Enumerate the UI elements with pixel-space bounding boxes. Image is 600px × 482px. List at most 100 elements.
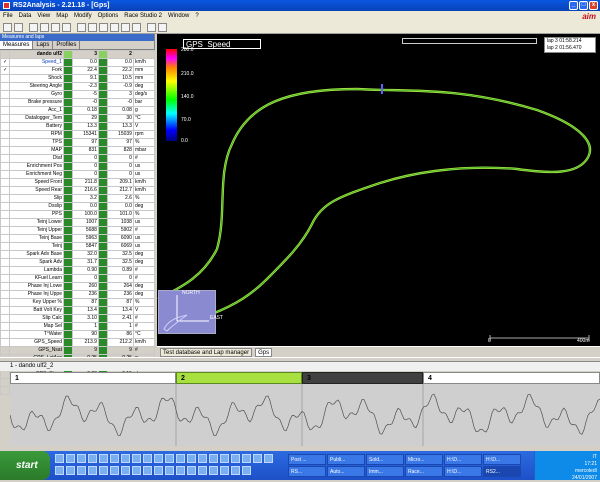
app-icon[interactable] bbox=[132, 454, 141, 463]
row-checkbox[interactable] bbox=[0, 346, 11, 355]
language-indicator[interactable]: IT bbox=[535, 454, 597, 461]
task-button[interactable]: Publi... bbox=[327, 454, 365, 465]
row-checkbox[interactable] bbox=[0, 82, 11, 91]
row-checkbox[interactable] bbox=[0, 338, 11, 347]
table-row[interactable]: Enrichment Pos 0 0 us bbox=[0, 162, 156, 171]
help-icon[interactable] bbox=[158, 22, 167, 32]
app-icon[interactable] bbox=[132, 466, 141, 475]
task-button[interactable]: Sold... bbox=[366, 454, 404, 465]
row-checkbox[interactable] bbox=[0, 154, 11, 163]
row-checkbox[interactable] bbox=[0, 370, 11, 379]
table-row[interactable]: GPS_Nsat 9 9 # bbox=[0, 346, 156, 355]
table-row[interactable]: Shock 9.1 10.5 mm bbox=[0, 74, 156, 83]
menu-map[interactable]: Map bbox=[56, 13, 68, 19]
settings-icon[interactable] bbox=[147, 22, 156, 32]
task-button[interactable]: Micro... bbox=[405, 454, 443, 465]
app-icon[interactable] bbox=[143, 466, 152, 475]
scatter-icon[interactable] bbox=[121, 22, 130, 32]
row-checkbox[interactable] bbox=[0, 170, 11, 179]
menu-options[interactable]: Options bbox=[98, 13, 119, 19]
row-checkbox[interactable] bbox=[0, 266, 11, 275]
task-button[interactable]: H:\D... bbox=[444, 454, 482, 465]
save-icon[interactable] bbox=[14, 22, 23, 32]
row-checkbox[interactable]: ✓ bbox=[0, 66, 11, 75]
report-icon[interactable] bbox=[99, 22, 108, 32]
table-row[interactable]: Batt Volt Key 13.4 13.4 V bbox=[0, 306, 156, 315]
open-icon[interactable] bbox=[3, 22, 12, 32]
app-icon[interactable] bbox=[66, 466, 75, 475]
gps-map-view[interactable] bbox=[157, 34, 600, 346]
table-row[interactable]: Slip Calc 3.10 2.41 # bbox=[0, 314, 156, 323]
menu-window[interactable]: Window bbox=[168, 13, 189, 19]
column-lap-b[interactable]: 2 bbox=[107, 50, 134, 59]
channels-icon[interactable] bbox=[88, 22, 97, 32]
app-icon[interactable] bbox=[198, 454, 207, 463]
row-checkbox[interactable] bbox=[0, 322, 11, 331]
app-icon[interactable] bbox=[242, 454, 251, 463]
app-icon[interactable] bbox=[154, 454, 163, 463]
app-icon[interactable] bbox=[165, 466, 174, 475]
row-checkbox[interactable] bbox=[0, 146, 11, 155]
app-icon[interactable] bbox=[154, 466, 163, 475]
row-checkbox[interactable] bbox=[0, 218, 11, 227]
app-icon[interactable] bbox=[253, 454, 262, 463]
print-icon[interactable] bbox=[132, 22, 141, 32]
menu-data[interactable]: Data bbox=[19, 13, 32, 19]
app-icon[interactable] bbox=[220, 466, 229, 475]
app-icon[interactable] bbox=[220, 454, 229, 463]
table-row[interactable]: Slip 3.2 2.6% bbox=[0, 194, 156, 203]
table-row[interactable]: Speed Front 211.8 209.1 km/h bbox=[0, 178, 156, 187]
table-row[interactable]: Spark Adv 31.7 32.5 deg bbox=[0, 258, 156, 267]
row-checkbox[interactable] bbox=[0, 138, 11, 147]
task-button[interactable]: Race... bbox=[405, 466, 443, 477]
row-checkbox[interactable] bbox=[0, 234, 11, 243]
lap-segment-1[interactable]: 1 bbox=[10, 372, 176, 384]
app-icon[interactable] bbox=[242, 466, 251, 475]
table-row[interactable]: RPM 15341 15039 rpm bbox=[0, 130, 156, 139]
row-checkbox[interactable] bbox=[0, 386, 11, 395]
table-row[interactable]: Teinj 5847 6069 us bbox=[0, 242, 156, 251]
app-icon[interactable] bbox=[55, 466, 64, 475]
app-icon[interactable] bbox=[165, 454, 174, 463]
minimize-button[interactable]: _ bbox=[569, 1, 578, 10]
data-trace-graph[interactable] bbox=[9, 384, 600, 446]
zoom-out-icon[interactable] bbox=[40, 22, 49, 32]
app-icon[interactable] bbox=[88, 466, 97, 475]
app-icon[interactable] bbox=[110, 454, 119, 463]
table-row[interactable]: Dsslip 0.0 0.0 deg bbox=[0, 202, 156, 211]
table-row[interactable]: Brake pressure -0 -0 bar bbox=[0, 98, 156, 107]
row-checkbox[interactable] bbox=[0, 162, 11, 171]
zoom-in-icon[interactable] bbox=[29, 22, 38, 32]
app-icon[interactable] bbox=[176, 466, 185, 475]
table-row[interactable]: PPS 100.0 101.0% bbox=[0, 210, 156, 219]
table-row[interactable]: Teinj Base 5963 6090 us bbox=[0, 234, 156, 243]
app-icon[interactable] bbox=[231, 466, 240, 475]
task-button[interactable]: RS... bbox=[288, 466, 326, 477]
start-button[interactable]: start bbox=[0, 451, 50, 480]
menu-file[interactable]: File bbox=[3, 13, 13, 19]
row-checkbox[interactable] bbox=[0, 98, 11, 107]
table-row[interactable]: Teinj Upper 5688 5902 # bbox=[0, 226, 156, 235]
menu-modify[interactable]: Modify bbox=[74, 13, 92, 19]
task-button[interactable]: Post ... bbox=[288, 454, 326, 465]
tab-gps[interactable]: Gps bbox=[255, 347, 273, 357]
row-checkbox[interactable] bbox=[0, 90, 11, 99]
app-icon[interactable] bbox=[121, 466, 130, 475]
map-icon[interactable] bbox=[62, 22, 71, 32]
task-button[interactable]: RS2... bbox=[483, 466, 521, 477]
maximize-button[interactable]: □ bbox=[579, 1, 588, 10]
app-icon[interactable] bbox=[55, 454, 64, 463]
table-row[interactable]: KFuel Learn 0 0 # bbox=[0, 274, 156, 283]
row-checkbox[interactable] bbox=[0, 106, 11, 115]
lap-segment-4[interactable]: 4 bbox=[423, 372, 600, 384]
row-checkbox[interactable] bbox=[0, 114, 11, 123]
table-row[interactable]: Acc_1 0.18 0.08 g bbox=[0, 106, 156, 115]
table-row[interactable]: Spark Adv Base 32.0 32.5 deg bbox=[0, 250, 156, 259]
app-icon[interactable] bbox=[187, 454, 196, 463]
close-button[interactable]: x bbox=[589, 1, 598, 10]
row-checkbox[interactable] bbox=[0, 290, 11, 299]
menu-race-studio[interactable]: Race Studio 2 bbox=[124, 13, 162, 19]
app-icon[interactable] bbox=[231, 454, 240, 463]
table-row[interactable]: Datalogger_Tem 29 30 °C bbox=[0, 114, 156, 123]
table-row[interactable]: ✓ Speed_1 0.0 0.0 km/h bbox=[0, 58, 156, 67]
